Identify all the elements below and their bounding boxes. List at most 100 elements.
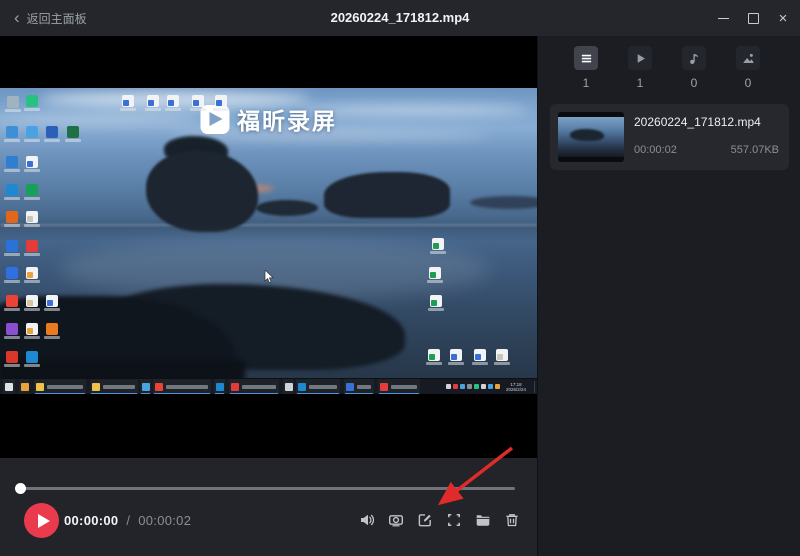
tab-count-video-list: 1 xyxy=(566,76,606,90)
desktop-icon-word-doc-top-4 xyxy=(192,95,204,107)
volume-button[interactable] xyxy=(359,512,375,528)
desktop-icon-doc-orange-2 xyxy=(26,323,38,335)
time-display: 00:00:00 / 00:00:02 xyxy=(64,513,191,528)
window-title: 20260224_171812.mp4 xyxy=(331,0,470,36)
file-list-item[interactable]: 20260224_171812.mp4 00:00:02 557.07KB xyxy=(550,104,789,170)
desktop-icon-excel-doc-2 xyxy=(429,267,441,279)
internet-explorer-icon xyxy=(142,383,150,391)
file-size: 557.07KB xyxy=(731,144,779,156)
window-controls: × xyxy=(708,0,798,36)
desktop-icon-doc-tan xyxy=(26,295,38,307)
edit-button[interactable] xyxy=(417,512,433,528)
folder-icon xyxy=(475,512,491,528)
trash-icon xyxy=(504,512,520,528)
list-icon xyxy=(579,51,594,66)
current-time: 00:00:00 xyxy=(64,513,118,528)
seek-bar[interactable] xyxy=(20,487,515,490)
tab-count-image: 0 xyxy=(728,76,768,90)
tab-count-video: 1 xyxy=(620,76,660,90)
folder-1-icon xyxy=(36,383,44,391)
desktop-icon-excel xyxy=(67,126,79,138)
word-window-icon xyxy=(346,383,354,391)
file-duration: 00:00:02 xyxy=(634,144,677,156)
play-button[interactable] xyxy=(24,503,59,538)
file-name: 20260224_171812.mp4 xyxy=(634,115,761,129)
desktop-icon-word-doc-mid-1 xyxy=(450,349,462,361)
show-desktop-divider xyxy=(534,381,535,393)
desktop-icon-security-shield xyxy=(6,267,18,279)
tab-audio[interactable] xyxy=(682,46,706,70)
taskbar-item-wps-office xyxy=(229,379,279,394)
taskbar-item-folder-1 xyxy=(34,379,86,394)
minimize-button[interactable] xyxy=(708,0,738,36)
close-button[interactable]: × xyxy=(768,0,798,36)
back-button[interactable]: ‹ 返回主面板 xyxy=(0,0,101,36)
fullscreen-button[interactable] xyxy=(446,512,462,528)
start-icon xyxy=(5,383,13,391)
app-icon xyxy=(285,383,293,391)
playback-controls: 00:00:00 / 00:00:02 xyxy=(0,458,537,556)
desktop-icon-app-orange xyxy=(46,323,58,335)
taskbar-item-chrome xyxy=(153,379,211,394)
desktop-icon-text-doc xyxy=(26,211,38,223)
desktop-icon-word-doc-top-2 xyxy=(147,95,159,107)
desktop-icon-app-colorful xyxy=(6,323,18,335)
desktop-icon-word xyxy=(46,126,58,138)
minimize-icon xyxy=(718,18,729,19)
tab-video[interactable] xyxy=(628,46,652,70)
maximize-button[interactable] xyxy=(738,0,768,36)
desktop-icon-doc-orange xyxy=(26,267,38,279)
taskbar-item-foxit-recorder xyxy=(378,379,420,394)
tab-image[interactable] xyxy=(736,46,760,70)
maximize-icon xyxy=(748,13,759,24)
tray-icon xyxy=(488,384,493,389)
mouse-cursor xyxy=(264,270,274,284)
desktop-icon-edge xyxy=(6,184,18,196)
camera-icon xyxy=(388,512,404,528)
tray-icon xyxy=(495,384,500,389)
tray-icon xyxy=(474,384,479,389)
desktop-icon-text-doc-mid xyxy=(496,349,508,361)
control-buttons xyxy=(359,512,520,528)
chevron-left-icon: ‹ xyxy=(14,9,20,26)
video-frame[interactable]: 福昕录屏 17:18 2026/2/24 xyxy=(0,88,537,394)
desktop-icon-word-doc-mid-2 xyxy=(474,349,486,361)
edge-icon xyxy=(216,383,224,391)
desktop-icons xyxy=(0,88,537,394)
tray-icon xyxy=(453,384,458,389)
video-stage: 福昕录屏 17:18 2026/2/24 xyxy=(0,36,537,458)
desktop-icon-media-player xyxy=(26,240,38,252)
chrome-icon xyxy=(155,383,163,391)
taskbar-item-folder-2 xyxy=(90,379,138,394)
taskbar-clock: 17:18 2026/2/24 xyxy=(500,382,532,392)
total-duration: 00:00:02 xyxy=(138,513,191,528)
file-thumbnail xyxy=(558,112,624,162)
taskbar-item-edge-window xyxy=(296,379,340,394)
back-label: 返回主面板 xyxy=(27,10,87,27)
desktop-icon-excel-doc-3 xyxy=(430,295,442,307)
play-icon xyxy=(38,514,50,528)
tab-count-audio: 0 xyxy=(674,76,714,90)
desktop-icon-word-doc-top-3 xyxy=(167,95,179,107)
desktop-icon-word-doc-top-1 xyxy=(122,95,134,107)
taskbar-item-app xyxy=(283,379,293,394)
desktop-icon-recycle-bin xyxy=(7,96,19,108)
folder-2-icon xyxy=(92,383,100,391)
app-window: ‹ 返回主面板 20260224_171812.mp4 × xyxy=(0,0,800,556)
close-icon: × xyxy=(779,11,788,26)
desktop-icon-wechat xyxy=(26,95,38,107)
play-icon xyxy=(633,51,648,66)
taskbar-item-internet-explorer xyxy=(140,379,151,394)
fullscreen-icon xyxy=(446,512,462,528)
note-icon xyxy=(687,51,702,66)
video-taskbar: 17:18 2026/2/24 xyxy=(0,378,537,394)
tray-icon xyxy=(460,384,465,389)
open-folder-button[interactable] xyxy=(475,512,491,528)
desktop-icon-word-doc-top-5 xyxy=(215,95,227,107)
delete-button[interactable] xyxy=(504,512,520,528)
seek-handle[interactable] xyxy=(15,483,26,494)
screenshot-button[interactable] xyxy=(388,512,404,528)
titlebar: ‹ 返回主面板 20260224_171812.mp4 × xyxy=(0,0,800,36)
desktop-icon-app-blue-arrow xyxy=(6,240,18,252)
tab-video-list[interactable] xyxy=(574,46,598,70)
